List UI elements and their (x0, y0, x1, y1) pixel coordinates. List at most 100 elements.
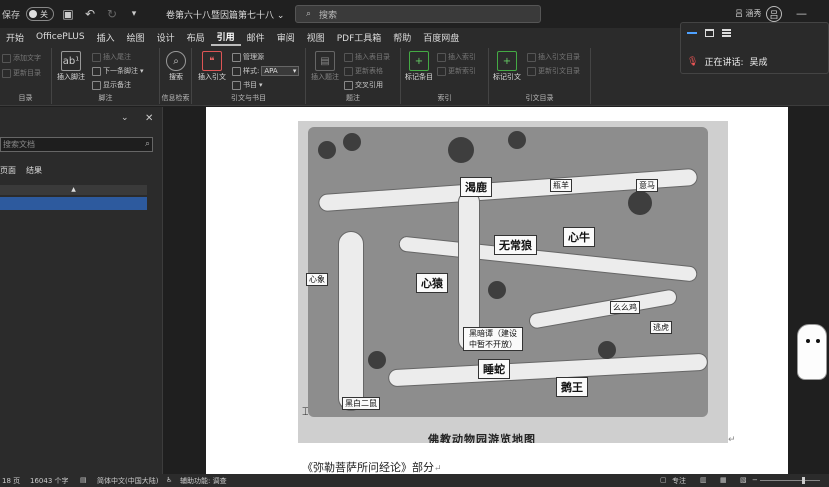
print-layout-icon[interactable]: ▦ (720, 476, 727, 484)
user-name[interactable]: 吕 涵秀 (735, 8, 762, 19)
search-input[interactable]: ⌕ 搜索 (295, 5, 541, 23)
tab-insert[interactable]: 插入 (91, 28, 121, 46)
focus-mode-button[interactable]: 专注 (672, 476, 686, 486)
insert-footnote-label: 插入脚注 (57, 73, 85, 81)
language-status[interactable]: 简体中文(中国大陆) (97, 476, 158, 486)
meeting-list-icon[interactable] (722, 29, 731, 37)
redo-icon[interactable]: ↻ (104, 6, 120, 22)
avatar[interactable]: 吕 (766, 6, 782, 22)
tab-draw[interactable]: 绘图 (121, 28, 151, 46)
chevron-down-icon[interactable]: ⌄ (121, 113, 129, 123)
paragraph-mark-icon: ↵ (434, 464, 442, 474)
insert-endnote-button[interactable]: 插入尾注 (92, 52, 131, 62)
next-footnote-button[interactable]: 下一条脚注 ▾ (92, 66, 144, 76)
insert-toa-label: 插入引文目录 (538, 53, 580, 61)
zoom-slider-handle[interactable] (802, 477, 805, 484)
tab-design[interactable]: 设计 (151, 28, 181, 46)
word-count[interactable]: 16043 个字 (30, 476, 69, 486)
nav-tab-pages[interactable]: 页面 (0, 165, 16, 176)
speaking-indicator: 🎙 正在讲话: 吴成 (687, 55, 768, 69)
update-index-button[interactable]: 更新索引 (437, 66, 476, 76)
nav-search-input[interactable]: 搜索文档 ⌕ (0, 137, 153, 152)
captions-group: ▤ 插入题注 插入表目录 更新表格 交叉引用 题注 (306, 48, 401, 104)
meeting-window-icon[interactable] (705, 29, 714, 37)
insert-citation-button[interactable]: ❝ 插入引文 (196, 51, 228, 82)
text-cursor-icon: ⌶ (302, 405, 309, 418)
cartoon-sticker (797, 324, 827, 380)
accessibility-status[interactable]: 辅助功能: 调查 (180, 476, 227, 486)
tab-mailings[interactable]: 邮件 (241, 28, 271, 46)
map-label-yaomoji: 么么鸡 (610, 301, 640, 314)
search-label: 搜索 (169, 73, 183, 81)
mark-entry-label: 标记条目 (405, 73, 433, 81)
bibliography-icon (232, 80, 241, 90)
document-title[interactable]: 卷第六十八暨因篇第七十八 ⌄ (166, 8, 284, 21)
research-group-label: 信息检索 (161, 94, 190, 102)
speaking-label: 正在讲话: (704, 58, 744, 68)
style-select[interactable]: APA ▾ (261, 66, 300, 76)
insert-citation-label: 插入引文 (198, 73, 226, 81)
undo-icon[interactable]: ↶ (82, 6, 98, 22)
tab-baidu-netdisk[interactable]: 百度网盘 (417, 28, 465, 46)
meeting-overlay[interactable]: 🎙 正在讲话: 吴成 (680, 22, 829, 74)
insert-caption-button[interactable]: ▤ 插入题注 (310, 51, 340, 82)
search-placeholder: 搜索 (319, 10, 338, 21)
autosave-toggle[interactable]: 关 (26, 7, 55, 21)
update-table-button[interactable]: 更新表格 (344, 66, 383, 76)
manage-sources-icon (232, 52, 241, 62)
tab-pdf-tools[interactable]: PDF工具箱 (331, 28, 388, 46)
update-toa-button[interactable]: 更新引文目录 (527, 66, 580, 76)
map-path (338, 231, 364, 411)
update-toc-button[interactable]: 更新目录 (2, 68, 41, 78)
document-page[interactable]: 渴鹿 心牛 无常狼 心猿 心象 瓶羊 意马 么么鸡 逃虎 睡蛇 鹅王 黑白二鼠 … (206, 107, 788, 474)
insert-table-of-figures-button[interactable]: 插入表目录 (344, 52, 390, 62)
document-title-text: 卷第六十八暨因篇第七十八 (166, 10, 275, 21)
proofing-icon[interactable]: ▤ (80, 476, 87, 484)
map-label-shuishe: 睡蛇 (478, 359, 510, 379)
tree (368, 351, 386, 369)
tree (318, 141, 336, 159)
minimize-icon[interactable]: — (796, 7, 807, 20)
insert-footnote-button[interactable]: ab¹ 插入脚注 (56, 51, 86, 82)
close-icon[interactable]: ✕ (145, 113, 153, 124)
scroll-up-arrow-icon[interactable]: ▲ (0, 185, 147, 195)
search-button[interactable]: ⌕ 搜索 (164, 51, 188, 82)
page-count[interactable]: 18 页 (2, 476, 20, 486)
mark-citation-button[interactable]: + 标记引文 (491, 51, 523, 82)
tab-officeplus[interactable]: OfficePLUS (30, 28, 91, 46)
add-text-button[interactable]: 添加文字 (2, 53, 41, 63)
map-label-heibaierdshu: 黑白二鼠 (342, 397, 380, 410)
tab-home[interactable]: 开始 (0, 28, 30, 46)
insert-index-icon (437, 52, 446, 62)
tab-layout[interactable]: 布局 (181, 28, 211, 46)
show-notes-button[interactable]: 显示备注 (92, 80, 131, 90)
document-paragraph-text: 《弥勒菩萨所问经论》部分 (302, 461, 434, 474)
citations-group-label: 引文与书目 (231, 94, 266, 102)
cross-reference-button[interactable]: 交叉引用 (344, 80, 383, 90)
style-label: 样式: (243, 67, 260, 75)
web-layout-icon[interactable]: ▧ (740, 476, 747, 484)
insert-toa-button[interactable]: 插入引文目录 (527, 52, 580, 62)
tab-review[interactable]: 审阅 (271, 28, 301, 46)
customize-quick-access-icon[interactable]: ▾ (126, 6, 142, 22)
insert-index-button[interactable]: 插入索引 (437, 52, 476, 62)
read-mode-icon[interactable]: ▥ (700, 476, 707, 484)
save-icon[interactable]: ▣ (60, 6, 76, 22)
mark-entry-button[interactable]: + 标记条目 (405, 51, 433, 82)
bibliography-button[interactable]: 书目 ▾ (232, 80, 263, 90)
document-paragraph[interactable]: 《弥勒菩萨所问经论》部分↵ (302, 459, 442, 474)
nav-tab-results[interactable]: 结果 (26, 165, 42, 176)
manage-sources-button[interactable]: 管理源 (232, 52, 264, 62)
nav-selected-item[interactable] (0, 197, 147, 210)
map-label-kelu: 渴鹿 (460, 177, 492, 197)
zoom-slider-track[interactable] (760, 480, 820, 481)
tab-help[interactable]: 帮助 (387, 28, 417, 46)
toa-group: + 标记引文 插入引文目录 更新引文目录 引文目录 (489, 48, 591, 104)
meeting-minimize-icon[interactable] (687, 32, 697, 34)
zoom-out-icon[interactable]: − (752, 476, 758, 484)
tab-references[interactable]: 引用 (210, 28, 241, 46)
magnifier-icon: ⌕ (166, 51, 186, 71)
workspace-gutter (163, 107, 206, 474)
tab-view[interactable]: 视图 (301, 28, 331, 46)
update-toa-label: 更新引文目录 (538, 67, 580, 75)
